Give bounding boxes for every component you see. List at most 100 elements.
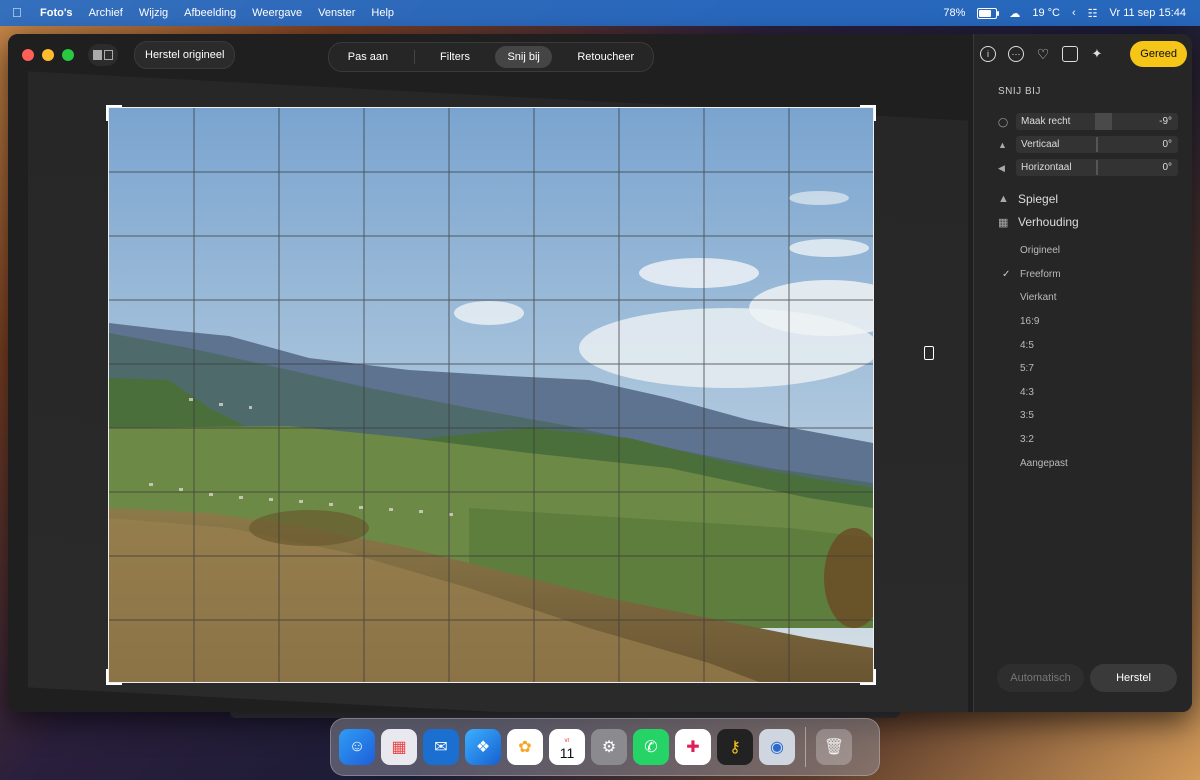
battery-icon[interactable] (977, 7, 1000, 19)
tab-crop[interactable]: Snij bij (495, 46, 552, 68)
minimize-button[interactable] (42, 49, 54, 61)
menu-help[interactable]: Help (371, 7, 394, 19)
calendar-icon[interactable]: vr 11 (549, 729, 585, 765)
checkmark-icon: ✓ (1002, 268, 1011, 280)
revert-original-button[interactable]: Herstel origineel (134, 41, 236, 69)
finder-icon[interactable]: ☺ (339, 729, 375, 765)
vertical-row: ▲ Verticaal 0° (998, 136, 1192, 153)
ratio-square[interactable]: Vierkant (974, 286, 1192, 310)
menu-weergave[interactable]: Weergave (252, 7, 302, 19)
menu-app-name[interactable]: Foto's (40, 7, 73, 19)
crop-handle-bottom-left[interactable] (106, 669, 122, 685)
chevron-left-icon[interactable]: ‹ (1072, 7, 1076, 19)
menu-afbeelding[interactable]: Afbeelding (184, 7, 236, 19)
crop-sidebar: i ⋯ ♡ ✦ Gereed SNIJ BIJ ◯ Maak recht -9°… (973, 34, 1192, 712)
crop-handle-bottom-right[interactable] (860, 669, 876, 685)
ratio-4-3[interactable]: 4:3 (974, 381, 1192, 405)
photos-icon[interactable]: ✿ (507, 729, 543, 765)
ratio-label: 5:7 (1020, 363, 1034, 375)
ratio-4-5[interactable]: 4:5 (974, 333, 1192, 357)
disk-utility-icon[interactable]: ◉ (759, 729, 795, 765)
zoom-button[interactable] (62, 49, 74, 61)
tab-divider (413, 50, 415, 64)
tab-filters[interactable]: Filters (428, 46, 482, 68)
vertical-knob[interactable] (1096, 137, 1098, 152)
split-right-icon (104, 50, 113, 60)
ratio-label: 16:9 (1020, 316, 1040, 328)
resize-cursor-icon (924, 346, 934, 360)
edit-mode-tabs: Pas aan Filters Snij bij Retoucheer (328, 42, 654, 72)
photos-window: Herstel origineel Pas aan Filters Snij b… (8, 34, 1192, 712)
mirror-icon: ▲ (998, 193, 1009, 205)
system-settings-icon[interactable]: ⚙ (591, 729, 627, 765)
horizontal-knob[interactable] (1096, 160, 1098, 175)
crop-handle-top-right[interactable] (860, 105, 876, 121)
close-button[interactable] (22, 49, 34, 61)
ratio-label: 4:3 (1020, 386, 1034, 398)
crop-handle-top-left[interactable] (106, 105, 122, 121)
calendar-day: 11 (559, 745, 575, 761)
apple-icon[interactable]:  (12, 6, 24, 20)
aspect-label: Verhouding (1018, 215, 1079, 229)
ratio-label: Aangepast (1020, 457, 1068, 469)
auto-button[interactable]: Automatisch (997, 664, 1084, 692)
section-title: SNIJ BIJ (998, 86, 1041, 97)
ratio-freeform[interactable]: ✓ Freeform (974, 263, 1192, 287)
edit-canvas: Herstel origineel Pas aan Filters Snij b… (8, 34, 973, 712)
aspect-option[interactable]: ▦ Verhouding (998, 215, 1192, 229)
outlook-icon[interactable]: ✉ (423, 729, 459, 765)
vertical-perspective-icon: ▲ (998, 139, 1007, 150)
tab-retouch[interactable]: Retoucheer (565, 46, 646, 68)
menu-archief[interactable]: Archief (89, 7, 123, 19)
reset-button[interactable]: Herstel (1090, 664, 1177, 692)
keychain-icon[interactable]: ⚷ (717, 729, 753, 765)
ratio-3-5[interactable]: 3:5 (974, 404, 1192, 428)
ratio-custom[interactable]: Aangepast (974, 451, 1192, 475)
horizontal-value: 0° (1162, 162, 1172, 173)
vertical-value: 0° (1162, 139, 1172, 150)
more-icon[interactable]: ⋯ (1008, 46, 1024, 62)
slack-icon[interactable]: ✚ (675, 729, 711, 765)
sidebar-actions: Automatisch Herstel (997, 664, 1177, 692)
control-center-icon[interactable]: ☷ (1088, 7, 1098, 20)
menu-bar:  Foto's Archief Wijzig Afbeelding Weerg… (0, 0, 1200, 26)
weather-temp[interactable]: 19 °C (1032, 7, 1060, 19)
trash-icon[interactable]: 🗑 (816, 729, 852, 765)
window-controls (22, 49, 74, 61)
horizontal-row: ◀ Horizontaal 0° (998, 159, 1192, 176)
crop-photo[interactable] (108, 107, 874, 683)
compare-view-toggle[interactable] (88, 44, 118, 66)
heart-icon[interactable]: ♡ (1036, 46, 1050, 62)
menu-wijzig[interactable]: Wijzig (139, 7, 168, 19)
ratio-list: Origineel ✓ Freeform Vierkant 16:9 4:5 5:… (974, 239, 1192, 475)
battery-percent[interactable]: 78% (943, 7, 965, 19)
ratio-label: 3:2 (1020, 434, 1034, 446)
menu-venster[interactable]: Venster (318, 7, 355, 19)
info-icon[interactable]: i (980, 46, 996, 62)
ratio-label: Origineel (1020, 245, 1061, 257)
sidebar-toolbar: i ⋯ ♡ ✦ Gereed (974, 34, 1192, 74)
straighten-label: Maak recht (1021, 116, 1071, 127)
landscape-image (109, 108, 873, 682)
horizontal-slider[interactable]: Horizontaal 0° (1016, 159, 1178, 176)
tab-adjust[interactable]: Pas aan (336, 46, 400, 68)
whatsapp-icon[interactable]: ✆ (633, 729, 669, 765)
vertical-slider[interactable]: Verticaal 0° (1016, 136, 1178, 153)
dock: ☺ ▦ ✉ ❖ ✿ vr 11 ⚙ ✆ ✚ ⚷ ◉ 🗑 (330, 718, 880, 776)
done-button[interactable]: Gereed (1130, 41, 1187, 67)
safari-icon[interactable]: ❖ (465, 729, 501, 765)
ratio-3-2[interactable]: 3:2 (974, 428, 1192, 452)
ratio-16-9[interactable]: 16:9 (974, 310, 1192, 334)
horizontal-label: Horizontaal (1021, 162, 1072, 173)
straighten-slider[interactable]: Maak recht -9° (1016, 113, 1178, 130)
ratio-label: Vierkant (1020, 292, 1057, 304)
ratio-original[interactable]: Origineel (974, 239, 1192, 263)
ratio-5-7[interactable]: 5:7 (974, 357, 1192, 381)
launchpad-icon[interactable]: ▦ (381, 729, 417, 765)
mirror-option[interactable]: ▲ Spiegel (998, 192, 1192, 206)
straighten-icon: ◯ (998, 116, 1009, 127)
clock-datetime[interactable]: Vr 11 sep 15:44 (1110, 7, 1186, 19)
rotate-icon[interactable] (1062, 46, 1078, 62)
magic-wand-icon[interactable]: ✦ (1090, 46, 1104, 61)
weather-icon[interactable]: ☁ (1009, 7, 1020, 20)
